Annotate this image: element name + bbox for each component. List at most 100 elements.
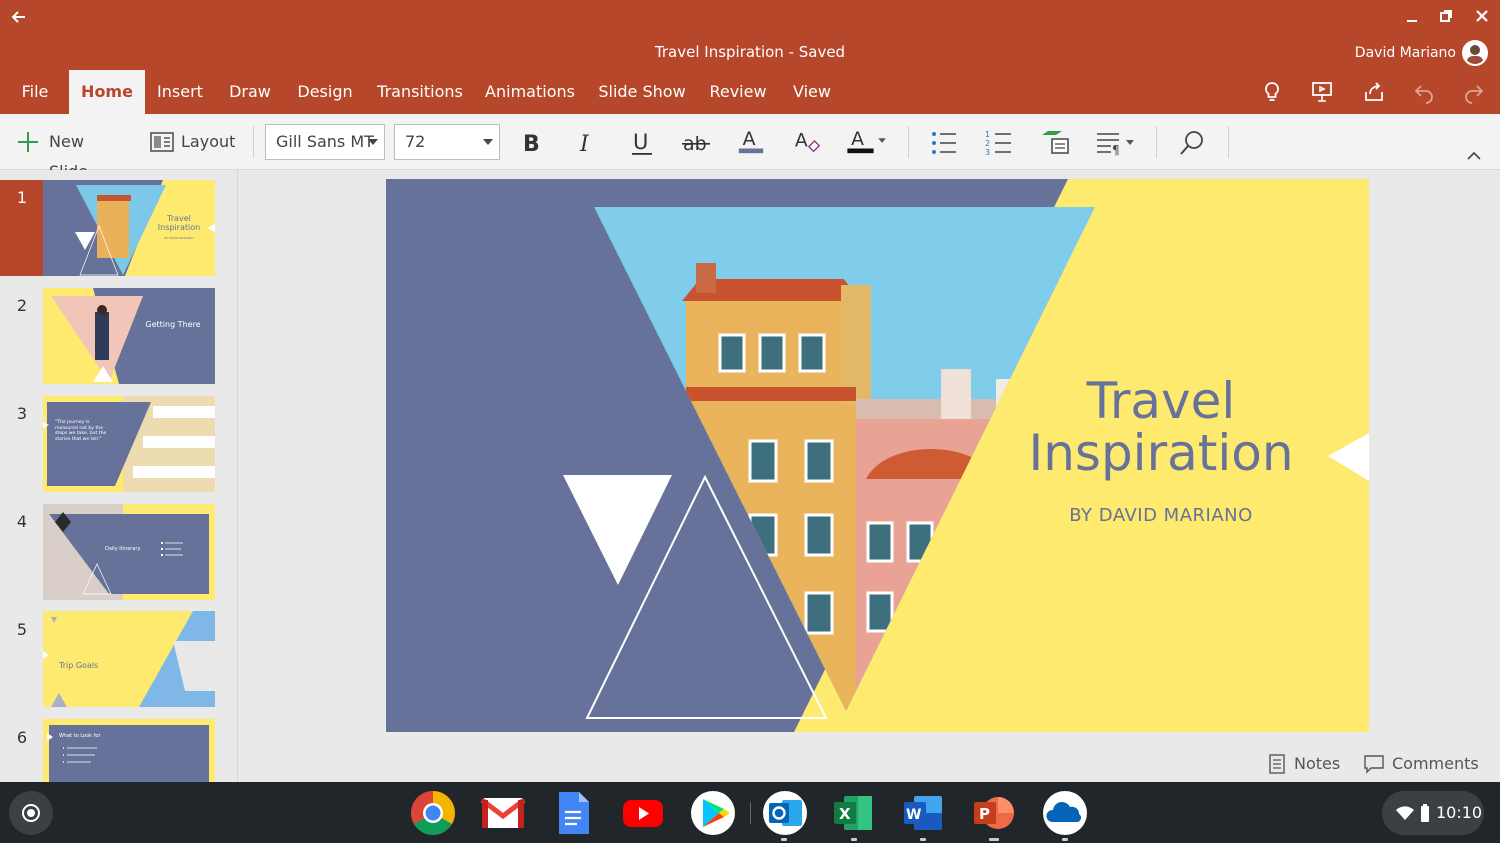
onedrive-icon[interactable] — [1042, 790, 1088, 836]
lightbulb-icon[interactable] — [1260, 80, 1284, 104]
running-indicator — [851, 838, 857, 841]
thumb-title: Travel Inspiration — [157, 214, 201, 232]
svg-text:B: B — [523, 132, 540, 157]
slide-title[interactable]: Travel Inspiration — [1026, 375, 1296, 479]
tab-design[interactable]: Design — [291, 70, 359, 114]
numbering-icon[interactable]: 123 — [985, 128, 1013, 158]
collapse-ribbon-icon[interactable] — [1466, 140, 1482, 170]
tab-review[interactable]: Review — [704, 70, 772, 114]
clear-formatting-icon[interactable]: A — [792, 126, 822, 156]
shapes-icon[interactable] — [1040, 128, 1070, 158]
thumb-title: What to Look for — [59, 733, 101, 739]
restore-icon[interactable] — [1438, 8, 1454, 24]
italic-icon[interactable]: I — [574, 128, 600, 158]
tab-draw[interactable]: Draw — [222, 70, 278, 114]
paragraph-options-icon[interactable]: ¶ — [1095, 128, 1139, 158]
slide-thumbnail-panel[interactable]: 1 Travel Inspiration BY DAVID MARIANO 2 … — [0, 170, 238, 782]
avatar[interactable] — [1462, 40, 1488, 66]
svg-text:A: A — [743, 129, 756, 150]
chevron-down-icon — [483, 139, 493, 145]
user-name[interactable]: David Mariano — [1355, 45, 1456, 61]
word-icon[interactable]: W — [900, 790, 946, 836]
highlight-color-icon[interactable]: A — [846, 126, 890, 156]
comments-label: Comments — [1392, 754, 1479, 773]
share-icon[interactable] — [1362, 80, 1386, 104]
undo-icon[interactable] — [1412, 80, 1436, 104]
tab-file[interactable]: File — [8, 70, 62, 114]
youtube-icon[interactable] — [620, 790, 666, 836]
slide-subtitle[interactable]: BY DAVID MARIANO — [1026, 505, 1296, 526]
outlook-icon[interactable] — [762, 790, 808, 836]
play-store-icon[interactable] — [690, 790, 736, 836]
svg-text:A: A — [851, 129, 864, 150]
layout-icon — [150, 132, 174, 152]
slide-number: 1 — [16, 188, 28, 207]
font-name-select[interactable]: Gill Sans MT — [265, 124, 385, 160]
layout-button[interactable]: Layout — [150, 127, 240, 157]
slide-thumbnail-3[interactable]: "The journey is measured not by the step… — [43, 396, 215, 492]
clock: 10:10 — [1436, 803, 1483, 822]
wifi-icon — [1396, 806, 1414, 820]
thumb-title: Trip Goals — [59, 661, 99, 670]
svg-text:I: I — [579, 132, 590, 157]
font-size-value: 72 — [405, 132, 426, 151]
tab-insert[interactable]: Insert — [151, 70, 209, 114]
svg-text:A: A — [795, 131, 808, 152]
ribbon-tabs: File Home Insert Draw Design Transitions… — [0, 70, 1500, 114]
slide-canvas: Travel Inspiration BY DAVID MARIANO Note… — [239, 170, 1500, 782]
slide-thumbnail-2[interactable]: Getting There — [43, 288, 215, 384]
gmail-icon[interactable] — [480, 790, 526, 836]
slide-thumbnail-4[interactable]: Daily Itinerary — [43, 504, 215, 600]
slide-title-line2: Inspiration — [1028, 424, 1294, 482]
slide-title-line1: Travel — [1086, 372, 1236, 430]
svg-text:U: U — [633, 130, 648, 154]
font-color-icon[interactable]: A — [736, 126, 766, 156]
slide-thumbnail-1[interactable]: Travel Inspiration BY DAVID MARIANO — [43, 180, 215, 276]
powerpoint-icon[interactable]: P — [970, 790, 1016, 836]
tab-animations[interactable]: Animations — [481, 70, 579, 114]
system-tray[interactable]: 10:10 — [1382, 791, 1484, 835]
notes-label: Notes — [1294, 754, 1341, 773]
bullets-icon[interactable] — [930, 128, 958, 158]
tab-transitions[interactable]: Transitions — [374, 70, 466, 114]
minimize-icon[interactable] — [1404, 8, 1420, 24]
search-icon[interactable] — [1178, 128, 1206, 158]
home-toolbar: New Slide Layout Gill Sans MT 72 B I U a… — [0, 114, 1500, 181]
notes-icon — [1269, 754, 1285, 774]
back-arrow-icon[interactable] — [10, 8, 28, 26]
slide-thumbnail-5[interactable]: Trip Goals — [43, 611, 215, 707]
launcher-icon[interactable] — [8, 790, 54, 836]
running-indicator — [989, 838, 999, 841]
bold-icon[interactable]: B — [519, 128, 545, 158]
current-slide[interactable]: Travel Inspiration BY DAVID MARIANO — [386, 179, 1369, 732]
plus-icon — [18, 132, 38, 152]
separator — [750, 802, 751, 824]
svg-text:1: 1 — [985, 130, 990, 139]
slide-number: 6 — [16, 728, 28, 747]
new-slide-button[interactable]: New Slide — [16, 127, 128, 181]
running-indicator — [1062, 838, 1068, 841]
excel-icon[interactable]: X — [830, 790, 876, 836]
thumb-title: Getting There — [145, 320, 201, 329]
separator — [908, 126, 909, 158]
docs-icon[interactable] — [550, 790, 596, 836]
present-icon[interactable] — [1310, 80, 1334, 104]
redo-icon[interactable] — [1462, 80, 1486, 104]
tab-home[interactable]: Home — [69, 70, 145, 114]
running-indicator — [920, 838, 926, 841]
font-size-select[interactable]: 72 — [394, 124, 500, 160]
tab-view[interactable]: View — [786, 70, 838, 114]
separator — [1156, 126, 1157, 158]
slide-thumbnail-6[interactable]: What to Look for — [43, 719, 215, 782]
tab-slide-show[interactable]: Slide Show — [594, 70, 690, 114]
close-icon[interactable] — [1474, 8, 1490, 24]
separator — [253, 126, 254, 158]
chevron-down-icon — [368, 139, 378, 145]
underline-icon[interactable]: U — [628, 128, 656, 158]
svg-text:X: X — [839, 805, 851, 823]
strikethrough-icon[interactable]: ab — [681, 128, 711, 158]
slide-number: 5 — [16, 620, 28, 639]
chrome-icon[interactable] — [410, 790, 456, 836]
os-taskbar: X W P 10:10 — [0, 782, 1500, 843]
title-bar: Travel Inspiration - Saved David Mariano — [0, 0, 1500, 70]
